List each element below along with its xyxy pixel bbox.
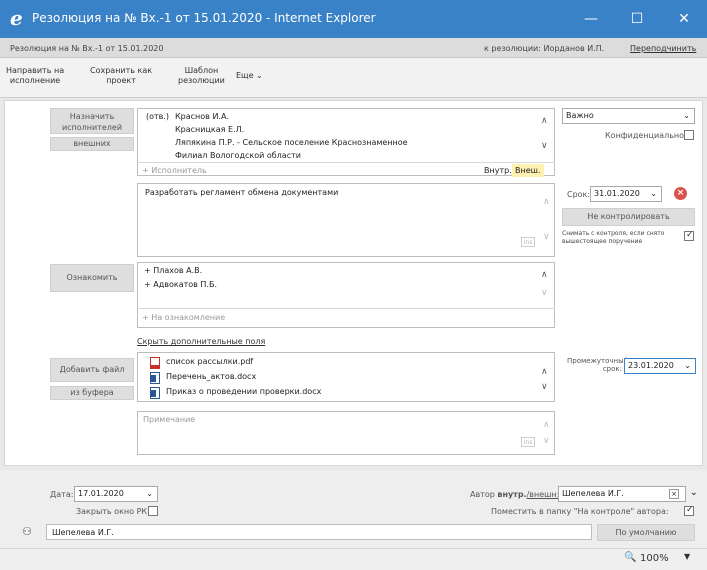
scroll-down-icon[interactable]: ∨ bbox=[543, 436, 550, 446]
add-file-button[interactable]: Добавить файл bbox=[50, 358, 134, 382]
interim-deadline-field[interactable]: 23.01.2020 ⌄ bbox=[624, 358, 696, 374]
word-icon bbox=[150, 372, 160, 384]
signer-field[interactable] bbox=[46, 524, 592, 540]
file-item[interactable]: Приказ о проведении проверки.docx bbox=[166, 387, 321, 396]
note-placeholder: Примечание bbox=[143, 415, 196, 424]
external-executors-button[interactable]: внешних bbox=[50, 137, 134, 151]
scroll-up-icon[interactable]: ∧ bbox=[543, 420, 550, 430]
close-window-label: Закрыть окно РК: bbox=[76, 507, 150, 516]
remove-control-checkbox[interactable] bbox=[684, 230, 694, 241]
scroll-down-icon[interactable]: ∨ bbox=[541, 141, 548, 151]
chevron-down-icon[interactable]: ⌄ bbox=[690, 488, 698, 498]
resize-grip-icon[interactable]: Ins bbox=[521, 237, 535, 247]
scroll-up-icon[interactable]: ∧ bbox=[541, 116, 548, 126]
scroll-down-icon[interactable]: ∨ bbox=[541, 382, 548, 392]
tab-internal[interactable]: Внутр. bbox=[484, 166, 512, 175]
signer-value: Шепелева И.Г. bbox=[52, 528, 114, 537]
deadline-date-field[interactable]: 31.01.2020 ⌄ bbox=[590, 186, 662, 202]
pdf-icon bbox=[150, 357, 160, 369]
author-field[interactable]: Шепелева И.Г. × bbox=[558, 486, 686, 502]
zoom-level[interactable]: 100% bbox=[640, 553, 669, 564]
file-item[interactable]: Перечень_актов.docx bbox=[166, 372, 256, 381]
executor-item[interactable]: Ляпякина П.Р. - Сельское поселение Красн… bbox=[175, 138, 408, 147]
from-clipboard-button[interactable]: из буфера bbox=[50, 386, 134, 400]
word-icon bbox=[150, 387, 160, 399]
chevron-down-icon: ⌄ bbox=[650, 189, 657, 198]
add-acquaint-input[interactable]: + На ознакомление bbox=[142, 313, 225, 322]
divider bbox=[137, 162, 555, 163]
scroll-down-icon[interactable]: ∨ bbox=[543, 232, 550, 242]
window-title: Резолюция на № Вх.-1 от 15.01.2020 - Int… bbox=[32, 11, 376, 25]
add-executor-input[interactable]: + Исполнитель bbox=[142, 166, 207, 175]
status-bar bbox=[0, 548, 707, 570]
resize-grip-icon[interactable]: Ins bbox=[521, 437, 535, 447]
more-menu-button[interactable]: Еще ⌄ bbox=[236, 71, 263, 81]
chevron-down-icon: ⌄ bbox=[146, 489, 153, 498]
executor-item[interactable]: Филиал Вологодской области bbox=[175, 151, 301, 160]
date-field[interactable]: 17.01.2020 ⌄ bbox=[74, 486, 158, 502]
author-label: Автор внутр./внешн: bbox=[470, 490, 560, 499]
assign-executors-button[interactable]: Назначить исполнителей bbox=[50, 108, 134, 134]
maximize-button[interactable]: ☐ bbox=[614, 0, 660, 38]
scroll-down-icon[interactable]: ∨ bbox=[541, 288, 548, 298]
default-button[interactable]: По умолчанию bbox=[597, 524, 695, 541]
clear-icon[interactable]: × bbox=[669, 489, 679, 499]
executor-item[interactable]: Красницкая Е.Л. bbox=[175, 125, 244, 134]
close-button[interactable]: ✕ bbox=[661, 0, 707, 38]
confidential-checkbox[interactable] bbox=[684, 130, 694, 140]
task-text: Разработать регламент обмена документами bbox=[145, 188, 339, 197]
acquaint-item[interactable]: + Адвокатов П.Б. bbox=[144, 280, 217, 289]
date-label: Дата: bbox=[50, 490, 74, 499]
signer-icon[interactable]: ⚇ bbox=[20, 525, 34, 539]
put-in-folder-label: Поместить в папку "На контроле" автора: bbox=[491, 507, 669, 516]
document-title: Резолюция на № Вх.-1 от 15.01.2020 bbox=[10, 44, 164, 53]
acquaint-button[interactable]: Ознакомить bbox=[50, 264, 134, 292]
scroll-up-icon[interactable]: ∧ bbox=[543, 197, 550, 207]
deadline-label: Срок: bbox=[567, 190, 591, 199]
resubordinate-link[interactable]: Переподчинить bbox=[630, 44, 696, 53]
interim-deadline-label: Промежуточный срок: bbox=[567, 357, 629, 373]
chevron-down-icon: ⌄ bbox=[683, 111, 690, 120]
responsible-marker: (отв.) bbox=[146, 112, 170, 121]
parent-resolution: к резолюции: Иорданов И.П. bbox=[484, 44, 605, 53]
confidential-label: Конфиденциально: bbox=[605, 131, 687, 140]
executor-item[interactable]: Краснов И.А. bbox=[175, 112, 229, 121]
chevron-down-icon: ⌄ bbox=[684, 361, 691, 370]
minimize-button[interactable]: — bbox=[568, 0, 614, 38]
divider bbox=[137, 308, 555, 309]
save-as-draft-button[interactable]: Сохранить как проект bbox=[90, 66, 152, 86]
zoom-icon: 🔍 bbox=[624, 552, 637, 563]
zoom-dropdown-icon[interactable]: ▼ bbox=[684, 552, 690, 561]
priority-select[interactable]: Важно ⌄ bbox=[562, 108, 695, 124]
internet-explorer-icon: e bbox=[10, 6, 23, 30]
remove-deadline-icon[interactable]: × bbox=[674, 187, 687, 200]
tab-external[interactable]: Внеш. bbox=[512, 164, 544, 177]
remove-control-label: Снимать с контроля, если снято вышестоящ… bbox=[562, 230, 665, 245]
acquaint-item[interactable]: + Плахов А.В. bbox=[144, 266, 202, 275]
close-window-checkbox[interactable] bbox=[148, 506, 158, 516]
no-control-button[interactable]: Не контролировать bbox=[562, 208, 695, 226]
hide-extra-fields-link[interactable]: Скрыть дополнительные поля bbox=[137, 337, 265, 346]
file-item[interactable]: список рассылки.pdf bbox=[166, 357, 253, 366]
scroll-up-icon[interactable]: ∧ bbox=[541, 270, 548, 280]
note-textarea[interactable] bbox=[137, 411, 555, 455]
scroll-up-icon[interactable]: ∧ bbox=[541, 367, 548, 377]
send-for-execution-button[interactable]: Направить на исполнение bbox=[6, 66, 64, 86]
put-in-folder-checkbox[interactable] bbox=[684, 505, 694, 516]
resolution-template-button[interactable]: Шаблон резолюции bbox=[178, 66, 225, 86]
